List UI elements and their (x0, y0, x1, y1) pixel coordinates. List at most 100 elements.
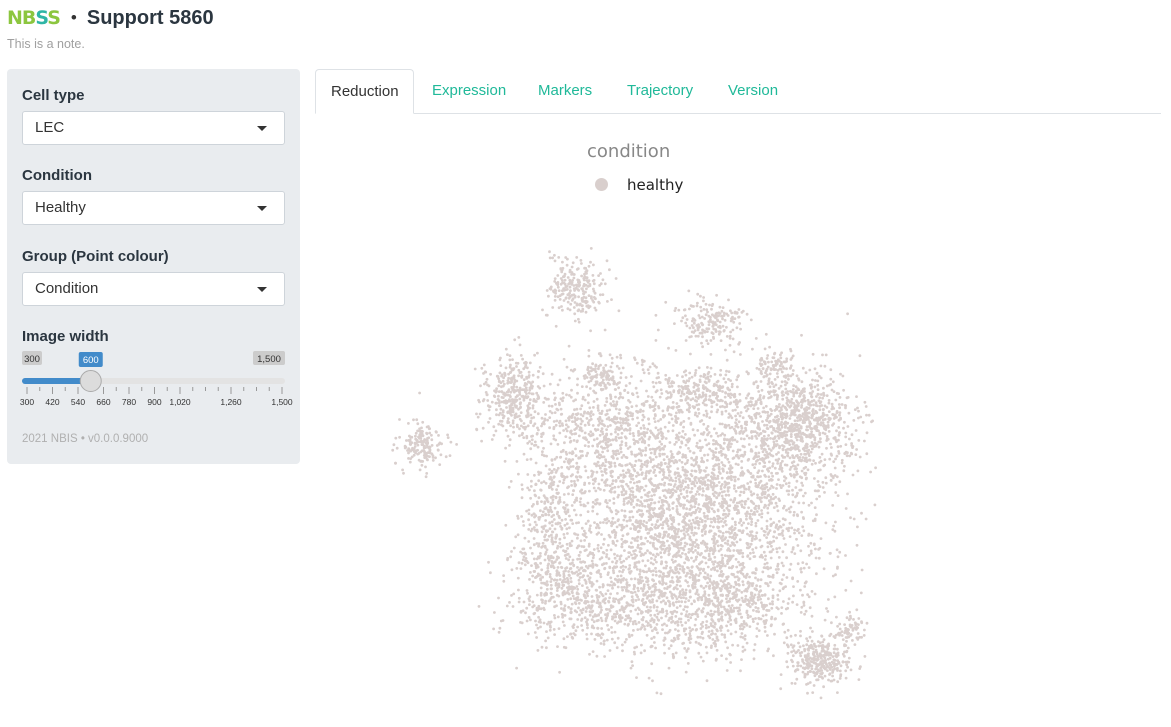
scatter-point (704, 409, 708, 413)
scatter-point (810, 447, 814, 451)
scatter-point (863, 439, 866, 443)
scatter-point (705, 546, 709, 550)
scatter-point (758, 394, 762, 397)
scatter-point (737, 420, 741, 424)
scatter-point (828, 457, 832, 461)
umap-scatter-plot (391, 247, 877, 700)
scatter-point (639, 537, 643, 540)
scatter-point (653, 364, 657, 368)
scatter-point (575, 461, 579, 465)
scatter-point (701, 493, 704, 497)
scatter-point (651, 543, 655, 547)
scatter-point (662, 594, 666, 598)
scatter-point (578, 557, 582, 561)
scatter-point (754, 521, 758, 525)
scatter-point (680, 612, 683, 616)
scatter-point (756, 386, 759, 389)
scatter-point (649, 600, 652, 604)
scatter-point (706, 459, 709, 462)
scatter-point (579, 407, 582, 411)
scatter-point (822, 386, 825, 390)
scatter-point (688, 590, 692, 594)
scatter-point (682, 496, 686, 499)
scatter-point (797, 501, 801, 505)
scatter-point (814, 461, 817, 465)
scatter-point (765, 357, 769, 360)
scatter-point (759, 380, 763, 383)
scatter-point (718, 443, 722, 447)
scatter-point (667, 474, 671, 477)
scatter-point (633, 577, 637, 581)
scatter-point (632, 620, 635, 624)
scatter-point (724, 516, 727, 519)
scatter-point (819, 364, 823, 368)
scatter-point (584, 565, 588, 568)
scatter-point (779, 384, 783, 388)
scatter-point (629, 414, 633, 417)
scatter-point (612, 569, 615, 573)
scatter-point (597, 605, 601, 609)
scatter-point (619, 479, 622, 483)
scatter-point (818, 485, 822, 488)
scatter-point (614, 479, 618, 482)
scatter-point (706, 478, 710, 482)
scatter-point (775, 393, 779, 397)
scatter-point (759, 578, 763, 582)
scatter-point (741, 551, 745, 555)
scatter-point (571, 558, 575, 562)
scatter-point (682, 425, 685, 429)
scatter-point (653, 493, 656, 497)
scatter-point (737, 511, 741, 515)
scatter-point (581, 454, 584, 458)
scatter-point (753, 587, 757, 591)
scatter-point (659, 551, 663, 555)
scatter-point (583, 539, 586, 542)
scatter-point (651, 362, 655, 366)
scatter-point (536, 445, 540, 449)
scatter-point (769, 581, 772, 584)
scatter-point (570, 602, 574, 606)
scatter-point (502, 574, 505, 577)
scatter-point (600, 409, 604, 413)
scatter-point (789, 562, 793, 566)
scatter-point (590, 604, 594, 608)
scatter-point (739, 411, 743, 414)
scatter-point (608, 418, 612, 422)
scatter-point (858, 455, 862, 459)
scatter-point (622, 453, 626, 457)
scatter-point (776, 509, 780, 513)
scatter-point (746, 542, 750, 546)
scatter-point (766, 427, 770, 430)
scatter-point (758, 555, 762, 559)
scatter-point (569, 395, 573, 399)
scatter-point (767, 381, 771, 385)
scatter-point (727, 566, 731, 570)
scatter-point (619, 473, 623, 477)
scatter-point (804, 418, 808, 422)
scatter-point (662, 599, 665, 603)
scatter-point (715, 431, 718, 435)
scatter-point (696, 429, 700, 432)
scatter-point (705, 549, 709, 552)
scatter-point (645, 470, 649, 473)
scatter-point (627, 545, 631, 549)
scatter-point (774, 495, 777, 499)
scatter-point (678, 513, 682, 516)
scatter-point (562, 608, 566, 612)
scatter-point (701, 659, 705, 663)
scatter-point (771, 588, 775, 591)
scatter-point (778, 467, 782, 471)
scatter-point (619, 560, 623, 564)
scatter-point (834, 457, 837, 461)
scatter-point (640, 496, 643, 499)
scatter-point (803, 585, 807, 588)
scatter-point (699, 561, 703, 565)
scatter-point (846, 492, 849, 496)
scatter-point (592, 400, 596, 403)
scatter-point (561, 391, 565, 395)
scatter-point (660, 560, 664, 564)
scatter-point (676, 487, 679, 491)
scatter-point (591, 433, 595, 437)
scatter-point (858, 354, 862, 358)
scatter-point (663, 591, 667, 595)
